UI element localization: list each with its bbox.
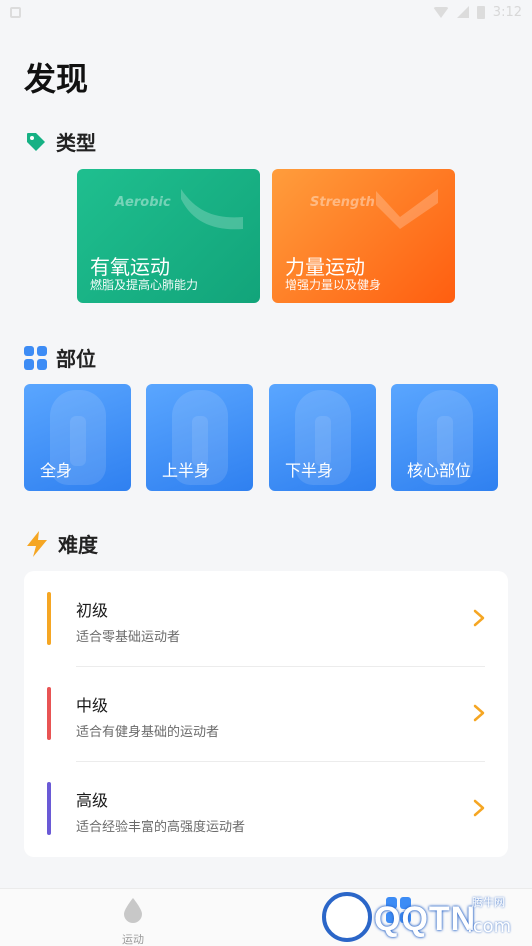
- difficulty-item-intermediate[interactable]: 中级 适合有健身基础的运动者: [24, 666, 508, 761]
- status-time: 3:12: [492, 4, 522, 20]
- chevron-right-icon: [473, 799, 485, 817]
- difficulty-item-beginner[interactable]: 初级 适合零基础运动者: [24, 571, 508, 666]
- section-parts-label: 部位: [56, 347, 96, 371]
- type-card-en: Aerobic: [115, 195, 171, 210]
- section-type-label: 类型: [56, 131, 96, 155]
- difficulty-subtitle: 适合经验丰富的高强度运动者: [76, 820, 246, 835]
- wifi-icon: [432, 6, 449, 18]
- difficulty-title: 中级: [76, 696, 109, 715]
- part-card-name: 下半身: [285, 461, 334, 480]
- part-card-full-body[interactable]: 全身: [24, 384, 131, 491]
- watermark-text: QQTN: [374, 900, 477, 938]
- notification-icon: [10, 6, 21, 18]
- section-difficulty-label: 难度: [58, 533, 98, 557]
- part-card-core[interactable]: 核心部位: [391, 384, 498, 491]
- watermark-com: .com: [467, 916, 512, 937]
- type-card-aerobic[interactable]: Aerobic 有氧运动 燃脂及提高心肺能力: [77, 169, 260, 303]
- section-type-header: 类型: [24, 127, 96, 156]
- difficulty-panel: 初级 适合零基础运动者 中级 适合有健身基础的运动者 高级 适合经验丰富的高强度…: [24, 571, 508, 857]
- difficulty-item-advanced[interactable]: 高级 适合经验丰富的高强度运动者: [24, 761, 508, 856]
- type-card-en: Strength: [310, 195, 375, 210]
- type-card-strength[interactable]: Strength 力量运动 增强力量以及健身: [272, 169, 455, 303]
- tab-sport-label: 运动: [122, 933, 144, 946]
- drop-icon: [124, 898, 142, 923]
- tag-icon: [27, 132, 45, 151]
- level-bar: [47, 687, 51, 740]
- battery-icon: [476, 5, 485, 19]
- lightning-icon: [27, 530, 47, 557]
- difficulty-title: 初级: [76, 601, 109, 620]
- chevron-right-icon: [473, 609, 485, 627]
- part-card-name: 全身: [40, 461, 73, 480]
- watermark: QQTN 腾牛网 .com: [322, 890, 527, 946]
- part-card-name: 核心部位: [407, 461, 472, 480]
- section-difficulty-header: 难度: [24, 529, 98, 558]
- part-card-name: 上半身: [162, 461, 211, 480]
- grid-icon: [24, 345, 48, 370]
- watermark-logo-icon: [322, 892, 372, 942]
- signal-icon: [456, 6, 469, 18]
- type-card-desc: 燃脂及提高心肺能力: [90, 278, 199, 292]
- part-card-lower-body[interactable]: 下半身: [269, 384, 376, 491]
- watermark-cn: 腾牛网: [472, 896, 505, 909]
- status-bar: 3:12: [0, 0, 532, 24]
- level-bar: [47, 782, 51, 835]
- type-card-desc: 增强力量以及健身: [285, 278, 382, 292]
- tab-sport[interactable]: 运动: [103, 897, 163, 946]
- level-bar: [47, 592, 51, 645]
- check-deco-icon: [376, 189, 438, 229]
- wave-deco-icon: [181, 189, 243, 230]
- part-card-upper-body[interactable]: 上半身: [146, 384, 253, 491]
- difficulty-subtitle: 适合零基础运动者: [76, 630, 181, 645]
- status-right: 3:12: [432, 4, 522, 20]
- section-parts-header: 部位: [24, 343, 96, 372]
- status-left: [10, 6, 21, 18]
- difficulty-subtitle: 适合有健身基础的运动者: [76, 725, 220, 740]
- chevron-right-icon: [473, 704, 485, 722]
- difficulty-title: 高级: [76, 791, 109, 810]
- page-title: 发现: [24, 60, 89, 98]
